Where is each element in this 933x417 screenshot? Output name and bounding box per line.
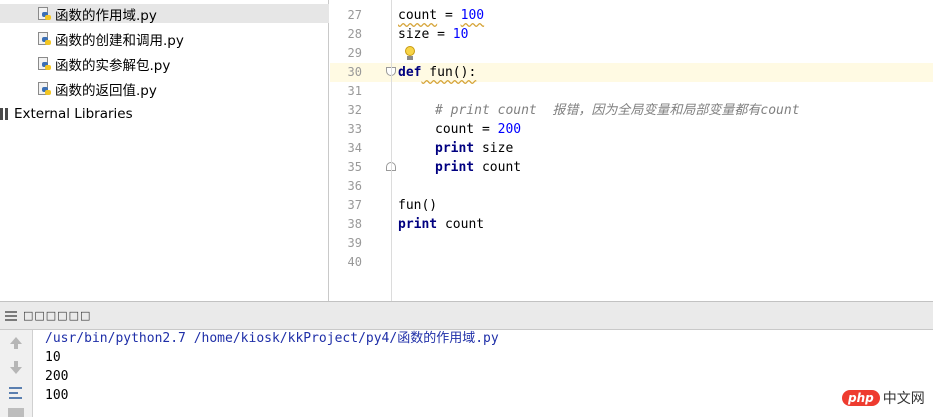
scroll-up-icon[interactable] bbox=[8, 335, 24, 351]
tree-file-item[interactable]: 函数的实参解包.py bbox=[0, 54, 171, 74]
run-panel-header[interactable]: □□□□□□ bbox=[0, 301, 933, 330]
tree-external-libraries[interactable]: External Libraries bbox=[0, 104, 133, 123]
code-number: 200 bbox=[497, 122, 522, 137]
tree-file-label: 函数的返回值.py bbox=[55, 82, 157, 99]
tree-file-label: 函数的作用域.py bbox=[55, 7, 157, 24]
code-text: count bbox=[437, 217, 485, 232]
code-text: count bbox=[474, 160, 522, 175]
watermark-logo: php bbox=[842, 390, 880, 406]
python-file-icon bbox=[37, 31, 51, 46]
code-keyword: print bbox=[398, 217, 438, 232]
console-command-line: /usr/bin/python2.7 /home/kiosk/kkProject… bbox=[45, 331, 499, 346]
line-number: 32 bbox=[347, 103, 362, 117]
soft-wrap-icon[interactable] bbox=[8, 385, 24, 401]
watermark-text: 中文网 bbox=[882, 391, 925, 407]
line-number: 36 bbox=[347, 179, 362, 193]
code-line[interactable]: count = 200 bbox=[435, 120, 521, 139]
print-icon[interactable] bbox=[8, 408, 24, 417]
line-number: 28 bbox=[347, 27, 362, 41]
code-line[interactable]: def fun(): bbox=[398, 63, 476, 82]
line-number: 27 bbox=[347, 8, 362, 22]
project-tree: 函数的作用域.py 函数的创建和调用.py 函数的实参解包.py 函数的返回值.… bbox=[0, 0, 329, 301]
code-keyword: print bbox=[435, 141, 475, 156]
python-file-icon bbox=[37, 56, 51, 71]
line-number: 29 bbox=[347, 46, 362, 60]
run-menu-icon[interactable] bbox=[5, 310, 17, 321]
code-line[interactable]: print count bbox=[435, 158, 521, 177]
line-number: 38 bbox=[347, 217, 362, 231]
console-output-line: 10 bbox=[45, 350, 61, 365]
code-variable: size bbox=[398, 27, 430, 42]
line-number: 40 bbox=[347, 255, 362, 269]
scroll-down-icon[interactable] bbox=[8, 359, 24, 375]
line-number: 30 bbox=[347, 65, 362, 79]
code-operator: = bbox=[437, 8, 461, 23]
python-file-icon bbox=[37, 6, 51, 21]
console-output-line: 200 bbox=[45, 369, 69, 384]
code-text: fun(): bbox=[421, 65, 477, 80]
line-number-gutter: 27 28 29 30 31 32 33 34 35 36 37 38 39 4… bbox=[330, 0, 396, 301]
code-operator: = bbox=[474, 122, 498, 137]
code-comment[interactable]: # print count 报错，因为全局变量和局部变量都有count bbox=[435, 101, 800, 120]
watermark: php 中文网 bbox=[842, 387, 925, 409]
line-number: 34 bbox=[347, 141, 362, 155]
python-file-icon bbox=[37, 81, 51, 96]
library-icon bbox=[0, 107, 10, 120]
lightbulb-icon[interactable] bbox=[404, 46, 416, 62]
tree-file-label: 函数的创建和调用.py bbox=[55, 32, 184, 49]
tree-file-item[interactable]: 函数的返回值.py bbox=[0, 79, 157, 99]
run-toolbar bbox=[0, 330, 33, 417]
code-text: fun() bbox=[398, 198, 438, 213]
code-keyword: def bbox=[398, 65, 422, 80]
line-number: 31 bbox=[347, 84, 362, 98]
tree-file-label: 函数的实参解包.py bbox=[55, 57, 171, 74]
code-line[interactable]: print size bbox=[435, 139, 513, 158]
code-number: 100 bbox=[460, 8, 485, 23]
code-variable: count bbox=[398, 8, 438, 23]
code-line[interactable]: print count bbox=[398, 215, 484, 234]
tree-file-item[interactable]: 函数的作用域.py bbox=[0, 4, 329, 24]
code-variable: count bbox=[435, 122, 475, 137]
line-number: 35 bbox=[347, 160, 362, 174]
code-line[interactable]: size = 10 bbox=[398, 25, 468, 44]
tree-file-item[interactable]: 函数的创建和调用.py bbox=[0, 29, 184, 49]
line-number: 33 bbox=[347, 122, 362, 136]
code-keyword: print bbox=[435, 160, 475, 175]
line-number: 37 bbox=[347, 198, 362, 212]
code-text: size bbox=[474, 141, 514, 156]
gutter-divider bbox=[391, 0, 392, 301]
code-line[interactable]: fun() bbox=[398, 196, 437, 215]
tree-external-libraries-label: External Libraries bbox=[14, 105, 133, 122]
run-panel-title: □□□□□□ bbox=[23, 309, 92, 322]
code-number: 10 bbox=[452, 27, 469, 42]
console-output-line: 100 bbox=[45, 388, 69, 403]
code-line[interactable]: count = 100 bbox=[398, 6, 484, 25]
code-operator: = bbox=[429, 27, 453, 42]
line-number: 39 bbox=[347, 236, 362, 250]
